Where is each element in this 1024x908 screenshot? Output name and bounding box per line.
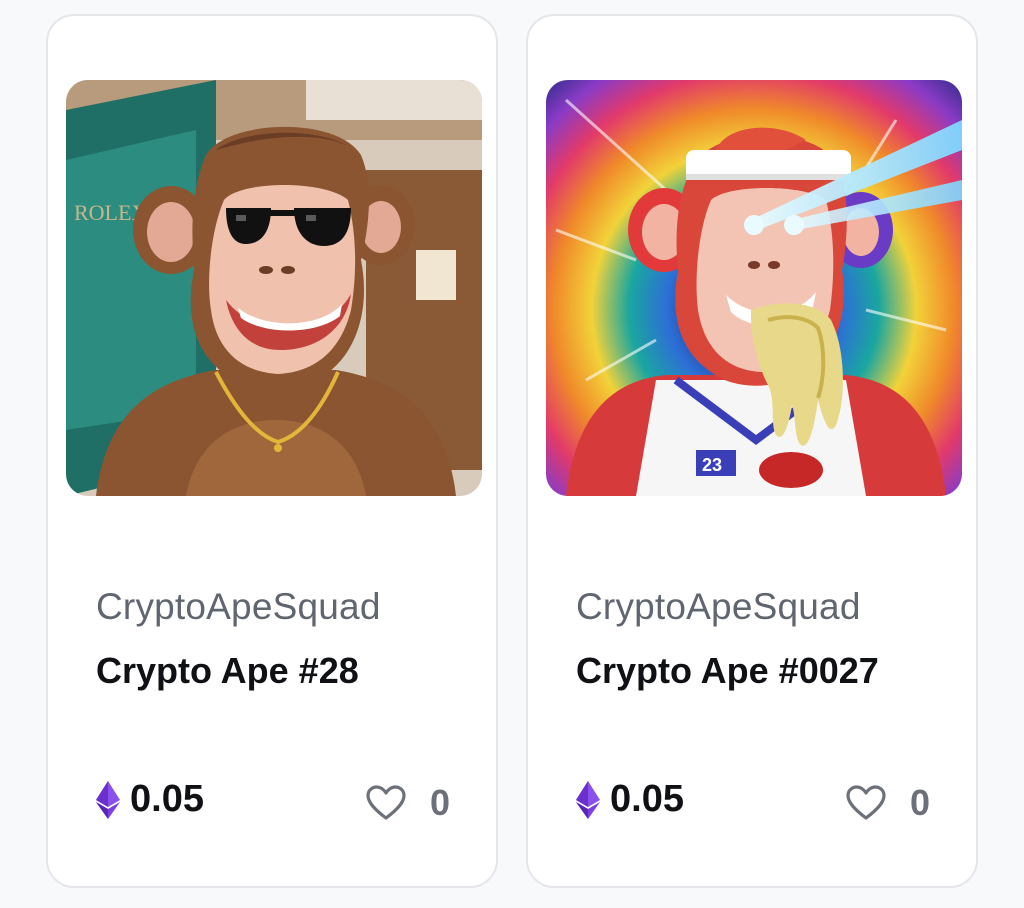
- price: 0.05: [576, 778, 684, 821]
- ethereum-icon: [96, 780, 120, 819]
- ethereum-icon: [576, 780, 600, 819]
- like-button[interactable]: 0: [366, 782, 450, 824]
- price: 0.05: [96, 778, 204, 821]
- nft-card-grid: ROLEX CryptoApeSquad Crypto Ape #28 0.05…: [0, 0, 1024, 908]
- heart-outline-icon[interactable]: [846, 785, 886, 821]
- like-count: 0: [429, 782, 450, 823]
- nft-title[interactable]: Crypto Ape #0027: [576, 650, 879, 692]
- nft-image[interactable]: ROLEX: [66, 80, 482, 496]
- nft-image[interactable]: 23: [546, 80, 962, 496]
- jersey-number: 23: [702, 455, 722, 475]
- price-value: 0.05: [610, 778, 684, 820]
- collection-name[interactable]: CryptoApeSquad: [576, 586, 861, 628]
- nft-card[interactable]: ROLEX CryptoApeSquad Crypto Ape #28 0.05…: [46, 14, 498, 888]
- like-button[interactable]: 0: [846, 782, 930, 824]
- nft-title[interactable]: Crypto Ape #28: [96, 650, 359, 692]
- heart-outline-icon[interactable]: [366, 785, 406, 821]
- nft-card[interactable]: 23 CryptoApeSquad Crypto Ape #0027 0.05 …: [526, 14, 978, 888]
- price-value: 0.05: [130, 778, 204, 820]
- collection-name[interactable]: CryptoApeSquad: [96, 586, 381, 628]
- like-count: 0: [909, 782, 930, 823]
